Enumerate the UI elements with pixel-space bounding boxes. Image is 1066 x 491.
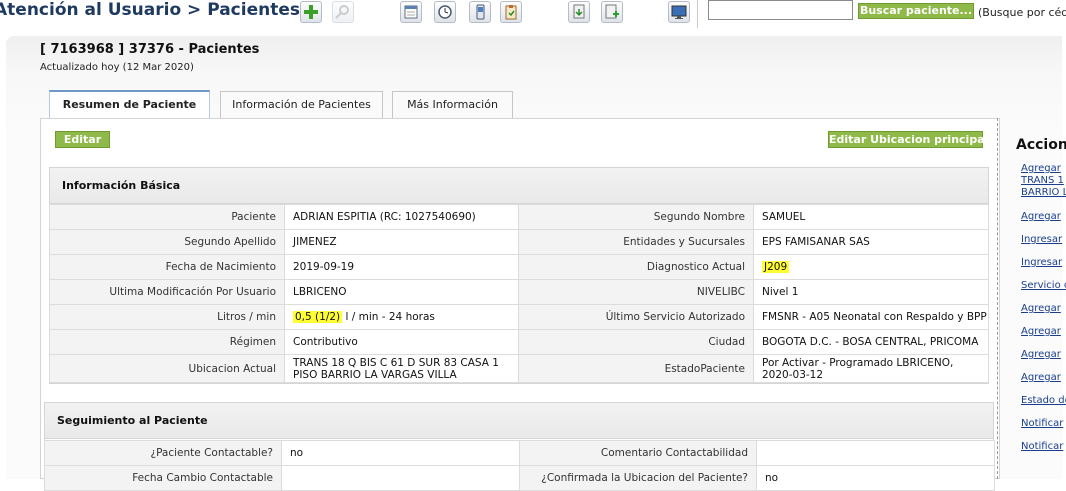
action-link-agregar-6[interactable]: Agregar [1021, 372, 1061, 384]
field-value: TRANS 18 Q BIS C 61 D SUR 83 CASA 1 PISO… [284, 354, 519, 383]
field-value: EPS FAMISANAR SAS [753, 229, 989, 255]
action-link-notificar[interactable]: Notificar [1021, 418, 1063, 430]
action-link-agregar-2[interactable]: Agregar [1021, 211, 1061, 223]
search-input[interactable] [708, 0, 853, 20]
liters-rest: l / min - 24 horas [345, 311, 435, 323]
field-label: EstadoPaciente [518, 354, 754, 383]
sidebar-divider [997, 118, 998, 479]
table-row: ¿Paciente Contactable? no Comentario Con… [44, 440, 995, 466]
field-value: Contributivo [284, 329, 519, 355]
field-label: Ciudad [518, 329, 754, 355]
field-value: SAMUEL [753, 204, 989, 230]
field-label: Comentario Contactabilidad [519, 440, 757, 466]
field-label: Segundo Apellido [49, 229, 285, 255]
page-title: Atención al Usuario > Pacientes [0, 0, 300, 20]
action-link-servicio[interactable]: Servicio c [1021, 280, 1066, 292]
search-disabled-icon [332, 1, 354, 23]
document-download-icon[interactable] [568, 1, 590, 23]
basic-info-title: Información Básica [50, 168, 988, 204]
field-label: Régimen [49, 329, 285, 355]
liters-value: 0,5 (1/2) l / min - 24 horas [284, 304, 519, 330]
field-label: Fecha de Nacimiento [49, 254, 285, 280]
table-row: Régimen Contributivo Ciudad BOGOTA D.C. … [49, 329, 989, 355]
monitor-icon[interactable] [668, 1, 690, 23]
field-label: Diagnostico Actual [518, 254, 754, 280]
field-value: LBRICENO [284, 279, 519, 305]
field-label: Ultima Modificación Por Usuario [49, 279, 285, 305]
search-patient-button[interactable]: Buscar paciente... [858, 3, 974, 19]
field-label: Litros / min [49, 304, 285, 330]
action-link-barrio[interactable]: BARRIO L [1021, 187, 1066, 199]
field-label: Fecha Cambio Contactable [44, 465, 282, 491]
action-link-ingresar-2[interactable]: Ingresar [1021, 257, 1062, 269]
action-link-trans[interactable]: TRANS 1 [1021, 175, 1064, 187]
field-label: ¿Paciente Contactable? [44, 440, 282, 466]
document-add-icon[interactable] [601, 1, 623, 23]
basic-info-table: Paciente ADRIAN ESPITIA (RC: 1027540690)… [49, 204, 989, 383]
followup-title: Seguimiento al Paciente [45, 403, 993, 439]
field-label: NIVELIBC [518, 279, 754, 305]
field-label: Segundo Nombre [518, 204, 754, 230]
field-value [756, 440, 995, 466]
action-link-agregar-3[interactable]: Agregar [1021, 303, 1061, 315]
field-label: Entidades y Sucursales [518, 229, 754, 255]
table-row: Ubicacion Actual TRANS 18 Q BIS C 61 D S… [49, 354, 989, 383]
field-label: ¿Confirmada la Ubicacion del Paciente? [519, 465, 757, 491]
table-row: Litros / min 0,5 (1/2) l / min - 24 hora… [49, 304, 989, 330]
toolbar-divider [697, 0, 698, 28]
field-value [281, 465, 520, 491]
clock-icon[interactable] [434, 1, 456, 23]
field-value: BOGOTA D.C. - BOSA CENTRAL, PRICOMA [753, 329, 989, 355]
tab-resumen-paciente[interactable]: Resumen de Paciente [49, 90, 210, 119]
table-row: Fecha de Nacimiento 2019-09-19 Diagnosti… [49, 254, 989, 280]
highlighted-value: 0,5 (1/2) [293, 311, 343, 323]
action-link-agregar[interactable]: Agregar [1021, 163, 1061, 175]
actions-title: Acciones [1016, 137, 1066, 153]
highlighted-value: J209 [762, 261, 790, 273]
field-value: Por Activar - Programado LBRICENO, 2020-… [753, 354, 989, 383]
edit-location-button[interactable]: Editar Ubicacion principal [828, 131, 988, 148]
field-label: Paciente [49, 204, 285, 230]
field-value: Nivel 1 [753, 279, 989, 305]
add-icon[interactable] [300, 1, 322, 23]
field-label: Ubicacion Actual [49, 354, 285, 383]
phone-icon[interactable] [469, 1, 491, 23]
table-row: Segundo Apellido JIMENEZ Entidades y Suc… [49, 229, 989, 255]
followup-table: ¿Paciente Contactable? no Comentario Con… [44, 440, 995, 491]
edit-button[interactable]: Editar [55, 131, 110, 148]
field-value: no [756, 465, 995, 491]
action-link-notificar-2[interactable]: Notificar [1021, 441, 1063, 453]
search-hint: (Busque por cédu [978, 6, 1066, 19]
field-value: JIMENEZ [284, 229, 519, 255]
clipboard-icon[interactable] [500, 1, 522, 23]
action-link-estado[interactable]: Estado de [1021, 395, 1066, 407]
field-value: FMSNR - A05 Neonatal con Respaldo y BPP [753, 304, 989, 330]
tab-informacion-pacientes[interactable]: Información de Pacientes [220, 91, 383, 118]
diagnosis-value: J209 [753, 254, 989, 280]
table-row: Ultima Modificación Por Usuario LBRICENO… [49, 279, 989, 305]
calendar-icon[interactable] [400, 1, 422, 23]
field-value: ADRIAN ESPITIA (RC: 1027540690) [284, 204, 519, 230]
field-label: Último Servicio Autorizado [518, 304, 754, 330]
table-row: Fecha Cambio Contactable ¿Confirmada la … [44, 465, 995, 491]
field-value: no [281, 440, 520, 466]
updated-text: Actualizado hoy (12 Mar 2020) [40, 62, 194, 73]
action-link-ingresar[interactable]: Ingresar [1021, 234, 1062, 246]
tab-mas-informacion[interactable]: Más Información [392, 91, 513, 118]
patient-header: [ 7163968 ] 37376 - Pacientes [40, 42, 260, 57]
table-row: Paciente ADRIAN ESPITIA (RC: 1027540690)… [49, 204, 989, 230]
action-link-agregar-5[interactable]: Agregar [1021, 349, 1061, 361]
action-link-agregar-4[interactable]: Agregar [1021, 326, 1061, 338]
field-value: 2019-09-19 [284, 254, 519, 280]
